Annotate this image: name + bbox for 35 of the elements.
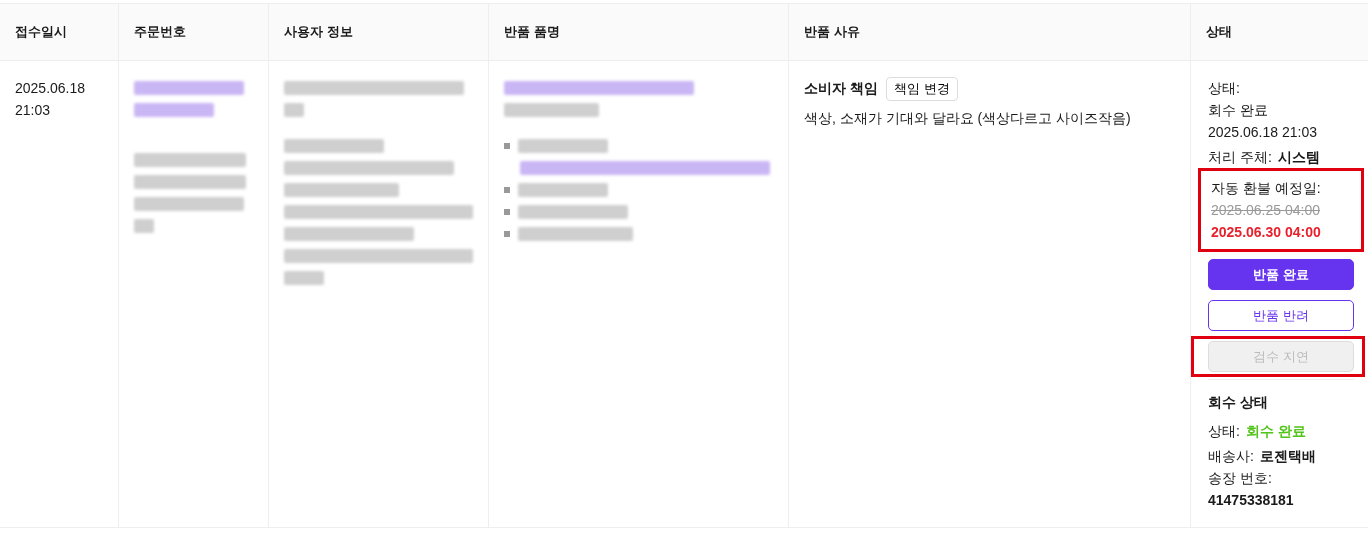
handler-value: 시스템: [1277, 148, 1320, 167]
field-label: 배송사:: [1208, 447, 1254, 466]
blurred-text: [284, 271, 324, 285]
tracking-label: 송장 번호:: [1208, 469, 1273, 488]
field-value: 회수 완료: [1245, 422, 1306, 441]
new-refund-date: 2025.06.30 04:00: [1211, 223, 1322, 242]
column-header: 사용자 정보: [284, 23, 353, 41]
field-label: 상태:: [1208, 422, 1240, 441]
tracking-number: 41475338181: [1208, 491, 1295, 510]
bullet-icon: [504, 231, 510, 237]
received-time: 21:03: [15, 101, 52, 120]
column-header: 반품 사유: [804, 23, 860, 41]
bullet-icon: [504, 209, 510, 215]
bullet-icon: [504, 143, 510, 149]
field-value: 로젠택배: [1259, 447, 1316, 466]
column-header: 접수일시: [15, 23, 67, 41]
action-button[interactable]: 반품 완료: [1208, 259, 1354, 290]
refund-date-label: 자동 환불 예정일:: [1211, 179, 1322, 198]
blurred-text: [284, 103, 304, 117]
status-date: 2025.06.18 21:03: [1208, 123, 1318, 142]
handler-label: 처리 주체:: [1208, 148, 1272, 167]
responsibility-label: 소비자 책임: [804, 80, 878, 98]
column-header: 상태: [1206, 23, 1232, 41]
pickup-status-title: 회수 상태: [1208, 393, 1269, 412]
column-header: 반품 품명: [504, 23, 560, 41]
status-value: 회수 완료: [1208, 101, 1269, 120]
change-responsibility-button[interactable]: 책임 변경: [885, 77, 958, 101]
return-reason: 색상, 소재가 기대와 달라요 (색상다르고 사이즈작음): [804, 109, 1132, 128]
blurred-text: [134, 219, 154, 233]
old-refund-date: 2025.06.25 04:00: [1211, 201, 1321, 220]
status-label: 상태:: [1208, 79, 1241, 98]
bullet-icon: [504, 187, 510, 193]
received-time: 2025.06.18: [15, 79, 87, 98]
action-button[interactable]: 반품 반려: [1208, 300, 1354, 331]
column-header: 주문번호: [134, 23, 186, 41]
